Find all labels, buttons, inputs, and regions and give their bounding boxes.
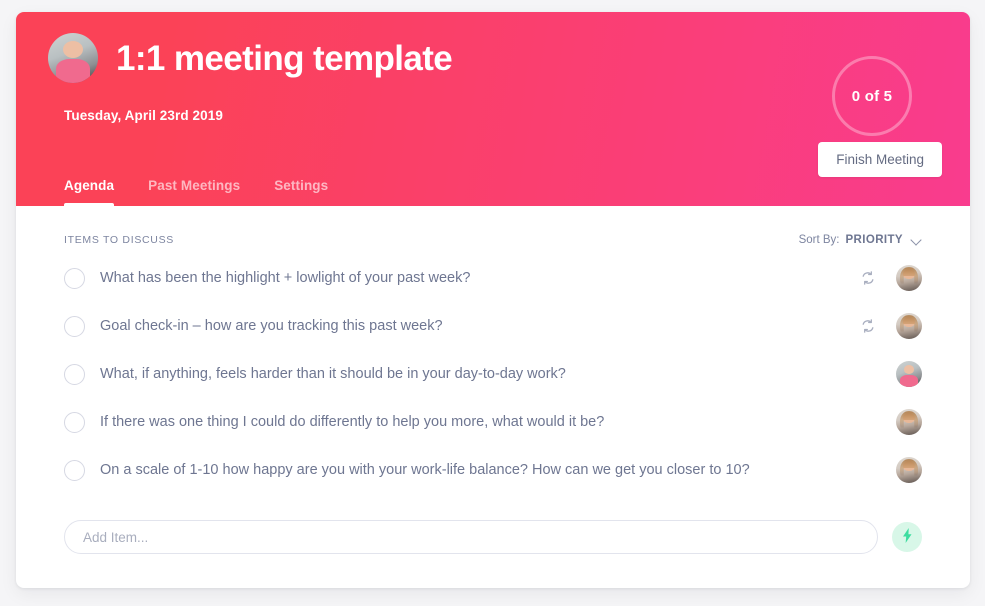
- tab-settings-label: Settings: [274, 178, 329, 193]
- agenda-item: If there was one thing I could do differ…: [48, 398, 938, 446]
- page-header: 1:1 meeting template Tuesday, April 23rd…: [16, 12, 970, 206]
- add-item-row: [48, 520, 938, 554]
- agenda-item: What has been the highlight + lowlight o…: [48, 254, 938, 302]
- tab-agenda-label: Agenda: [64, 178, 115, 193]
- agenda-item-text[interactable]: Goal check-in – how are you tracking thi…: [100, 318, 860, 334]
- agenda-item-avatar[interactable]: [896, 457, 922, 483]
- agenda-item-checkbox[interactable]: [64, 315, 85, 337]
- agenda-item-avatar[interactable]: [896, 265, 922, 291]
- agenda-item-avatar[interactable]: [896, 409, 922, 435]
- recurring-icon[interactable]: [860, 270, 876, 286]
- tab-past-meetings[interactable]: Past Meetings: [148, 178, 240, 206]
- agenda-body: ITEMS TO DISCUSS Sort By: PRIORITY What …: [16, 206, 970, 588]
- progress-label: 0 of 5: [851, 87, 893, 105]
- sort-by-control[interactable]: Sort By: PRIORITY: [799, 234, 922, 246]
- agenda-item-avatar[interactable]: [896, 361, 922, 387]
- tab-bar: Agenda Past Meetings Settings: [64, 162, 328, 206]
- meeting-date: Tuesday, April 23rd 2019: [64, 108, 223, 123]
- user-avatar-hero[interactable]: [48, 33, 98, 83]
- sort-by-value: PRIORITY: [845, 234, 903, 246]
- agenda-item-avatar[interactable]: [896, 313, 922, 339]
- tab-past-meetings-label: Past Meetings: [148, 178, 241, 193]
- sort-by-prefix: Sort By:: [798, 234, 840, 246]
- lightning-bolt-icon: [901, 528, 914, 546]
- agenda-item-checkbox[interactable]: [64, 459, 85, 481]
- chevron-down-icon: [911, 235, 922, 246]
- tab-agenda[interactable]: Agenda: [64, 178, 115, 206]
- agenda-item: On a scale of 1-10 how happy are you wit…: [48, 446, 938, 494]
- lightning-bolt-button[interactable]: [892, 522, 922, 552]
- agenda-item: Goal check-in – how are you tracking thi…: [48, 302, 938, 350]
- agenda-item-text[interactable]: What has been the highlight + lowlight o…: [100, 270, 860, 286]
- agenda-item-checkbox[interactable]: [64, 267, 85, 289]
- items-to-discuss-label: ITEMS TO DISCUSS: [64, 234, 174, 246]
- agenda-item-list: What has been the highlight + lowlight o…: [48, 254, 938, 494]
- agenda-item-text[interactable]: If there was one thing I could do differ…: [100, 414, 860, 430]
- page-title: 1:1 meeting template: [116, 38, 453, 78]
- agenda-item: What, if anything, feels harder than it …: [48, 350, 938, 398]
- finish-meeting-button[interactable]: Finish Meeting: [818, 142, 942, 177]
- list-header: ITEMS TO DISCUSS Sort By: PRIORITY: [48, 206, 938, 246]
- progress-ring: 0 of 5: [832, 56, 912, 136]
- header-identity: 1:1 meeting template: [48, 33, 453, 83]
- agenda-item-text[interactable]: What, if anything, feels harder than it …: [100, 366, 860, 382]
- meeting-card: 1:1 meeting template Tuesday, April 23rd…: [16, 12, 970, 588]
- agenda-item-checkbox[interactable]: [64, 363, 85, 385]
- add-item-input[interactable]: [64, 520, 878, 554]
- agenda-item-checkbox[interactable]: [64, 411, 85, 433]
- tab-settings[interactable]: Settings: [274, 178, 328, 206]
- agenda-item-text[interactable]: On a scale of 1-10 how happy are you wit…: [100, 462, 860, 478]
- recurring-icon[interactable]: [860, 318, 876, 334]
